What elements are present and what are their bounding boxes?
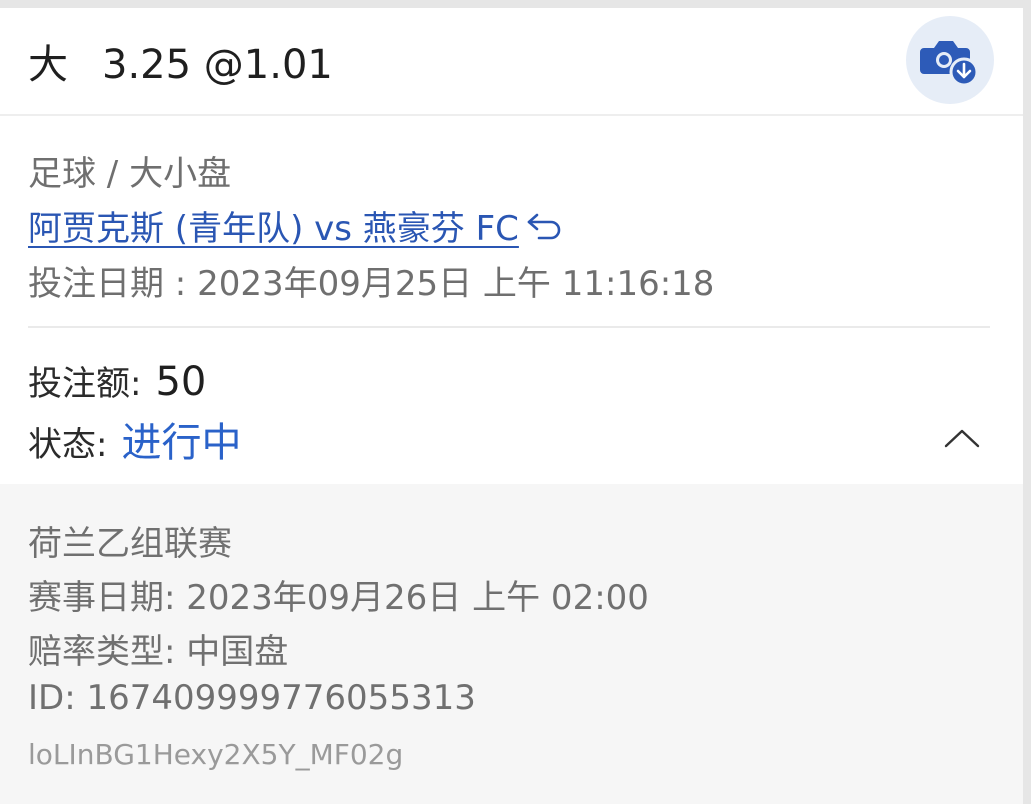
return-arrow-icon[interactable] <box>525 209 565 243</box>
bet-date: 投注日期 : 2023年09月25日 上午 11:16:18 <box>28 264 715 304</box>
sport-market: 足球 / 大小盘 <box>28 154 232 194</box>
status-row: 状态: 进行中 <box>28 410 241 468</box>
bet-selection: 大 <box>28 42 68 88</box>
bet-header: 大 3.25 @1.01 <box>0 8 1023 114</box>
match-teams[interactable]: 阿贾克斯 (青年队) vs 燕豪芬 FC <box>28 201 519 250</box>
bet-odds: @1.01 <box>203 42 333 88</box>
status-value: 进行中 <box>121 420 242 466</box>
bet-title: 大 3.25 @1.01 <box>28 32 333 90</box>
reference-code: loLInBG1Hexy2X5Y_MF02g <box>28 738 404 771</box>
camera-download-icon <box>920 41 979 87</box>
bet-id: ID: 1674099997760553​13 <box>28 678 476 718</box>
stake-value: 50 <box>155 359 207 405</box>
status-label: 状态: <box>28 425 108 465</box>
stake-label: 投注额: <box>28 364 142 404</box>
odds-type: 赔率类型: 中国盘 <box>28 632 289 672</box>
section-divider <box>28 326 990 328</box>
bet-card: 大 3.25 @1.01 足球 / 大小盘 阿贾克斯 (青年队) vs 燕豪芬 F… <box>0 8 1023 804</box>
bet-line: 3.25 <box>102 42 192 88</box>
screenshot-download-button[interactable] <box>906 16 994 104</box>
event-date: 赛事日期: 2023年09月26日 上午 02:00 <box>28 578 649 618</box>
league-name: 荷兰乙组联赛 <box>28 524 232 564</box>
match-link[interactable]: 阿贾克斯 (青年队) vs 燕豪芬 FC <box>28 201 565 250</box>
chevron-up-icon[interactable] <box>938 422 986 452</box>
header-divider <box>0 114 1023 116</box>
stake-row: 投注额: 50 <box>28 356 206 405</box>
details-panel: 荷兰乙组联赛 赛事日期: 2023年09月26日 上午 02:00 赔率类型: … <box>0 484 1023 804</box>
